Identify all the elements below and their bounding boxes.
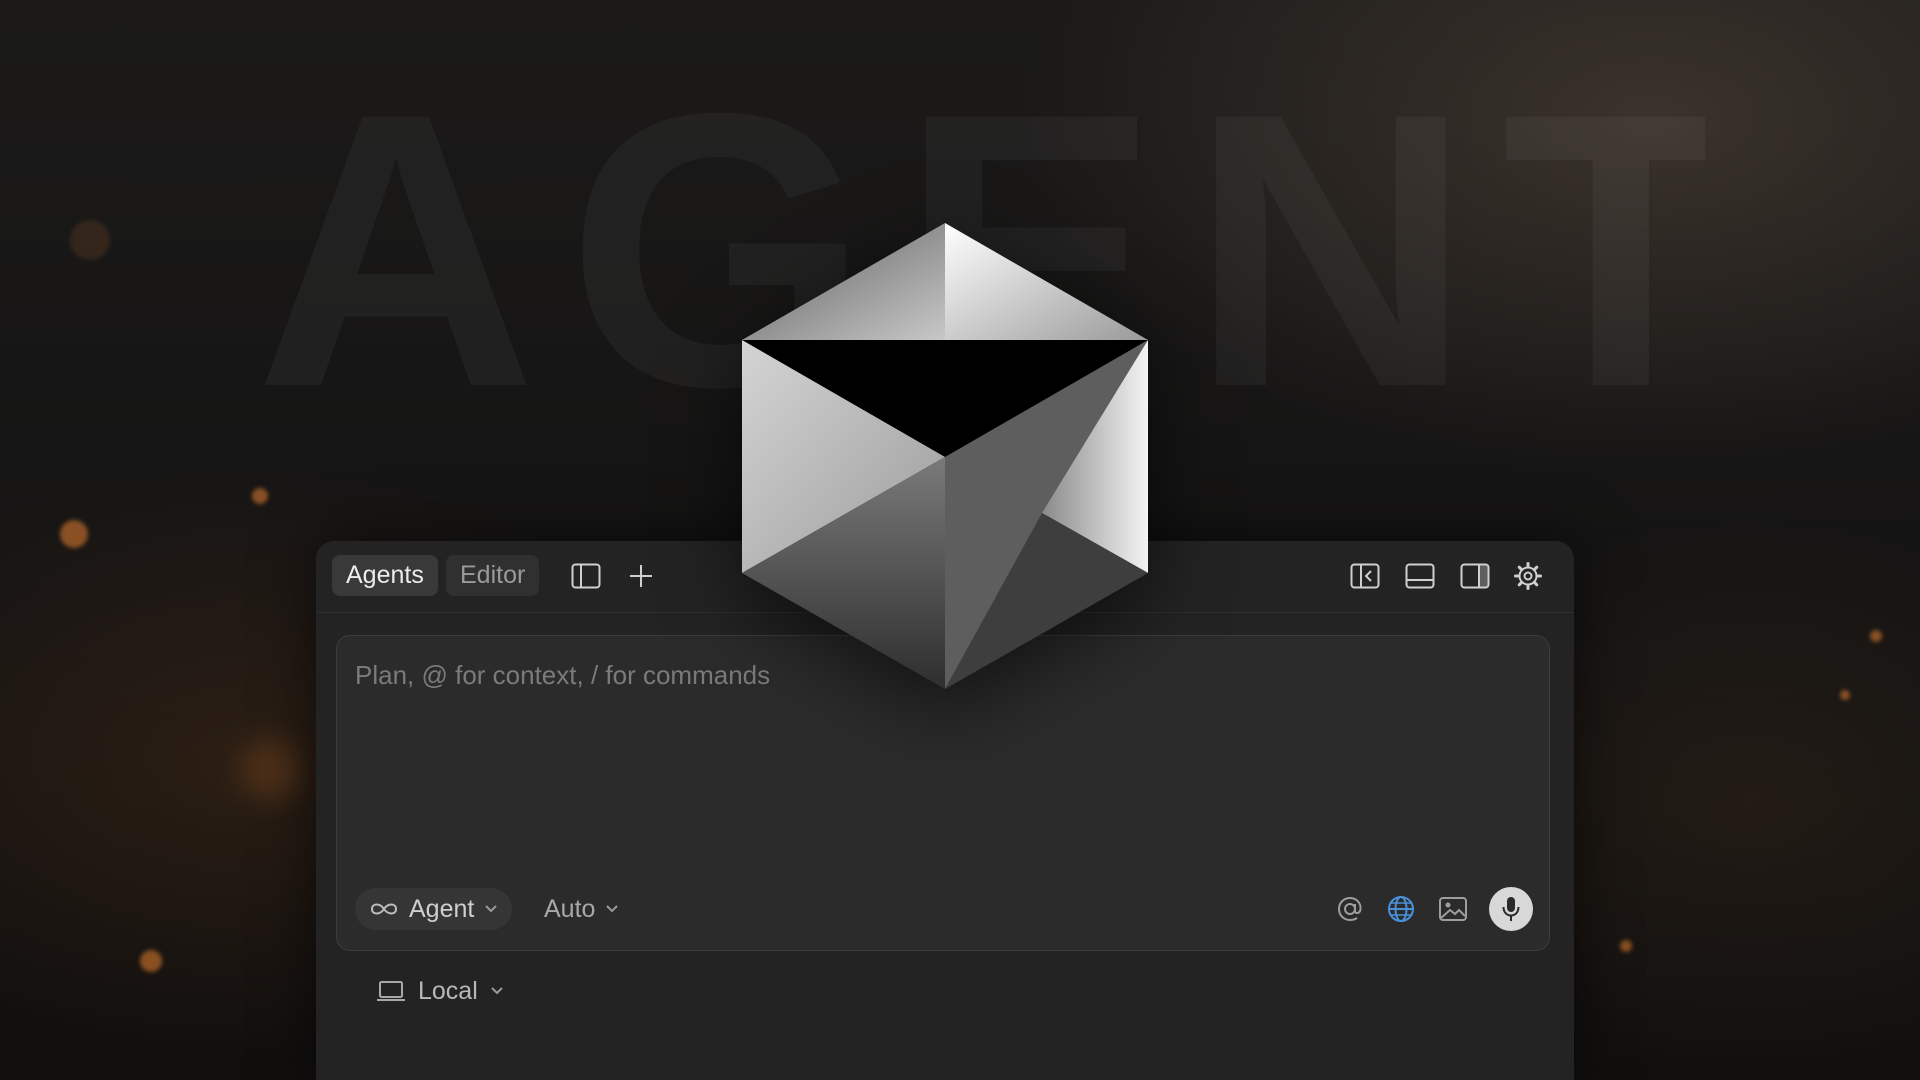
- mode-selector[interactable]: Agent: [355, 888, 513, 930]
- collapse-left-panel-icon: [1350, 563, 1380, 589]
- plus-icon: [630, 565, 652, 587]
- right-panel-button[interactable]: [1455, 556, 1495, 596]
- bokeh-light: [1840, 690, 1850, 700]
- mention-button[interactable]: [1330, 889, 1370, 929]
- bottom-panel-button[interactable]: [1400, 556, 1440, 596]
- model-label: Auto: [544, 894, 596, 923]
- bokeh-light: [140, 950, 162, 972]
- right-panel-icon: [1460, 563, 1490, 589]
- voice-input-button[interactable]: [1489, 887, 1533, 931]
- bokeh-light: [60, 520, 88, 548]
- bokeh-light: [70, 220, 110, 260]
- globe-icon: [1388, 896, 1414, 922]
- attach-image-button[interactable]: [1433, 889, 1473, 929]
- image-icon: [1439, 897, 1467, 921]
- gear-icon: [1514, 562, 1542, 590]
- chevron-down-icon: [491, 987, 503, 995]
- bokeh-light: [1620, 940, 1632, 952]
- mode-label: Agent: [409, 894, 475, 923]
- bokeh-light: [240, 740, 300, 800]
- at-mention-icon: [1337, 896, 1362, 922]
- bokeh-light: [1870, 630, 1882, 642]
- laptop-icon: [377, 981, 405, 1001]
- bokeh-light: [252, 488, 268, 504]
- model-selector[interactable]: Auto: [544, 888, 619, 930]
- infinity-icon: [370, 903, 398, 915]
- sidebar-toggle-icon: [571, 563, 601, 589]
- app-logo-cube: [742, 223, 1148, 689]
- tab-agents[interactable]: Agents: [332, 555, 438, 596]
- sidebar-toggle-button[interactable]: [566, 556, 606, 596]
- microphone-icon: [1502, 897, 1520, 921]
- environment-label: Local: [418, 976, 478, 1005]
- collapse-left-panel-button[interactable]: [1345, 556, 1385, 596]
- chevron-down-icon: [485, 905, 498, 913]
- bottom-panel-icon: [1405, 563, 1435, 589]
- chevron-down-icon: [606, 905, 619, 913]
- new-agent-button[interactable]: [621, 556, 661, 596]
- tab-editor[interactable]: Editor: [446, 555, 540, 596]
- web-search-button[interactable]: [1381, 889, 1421, 929]
- environment-selector[interactable]: Local: [376, 971, 504, 1011]
- settings-button[interactable]: [1508, 556, 1548, 596]
